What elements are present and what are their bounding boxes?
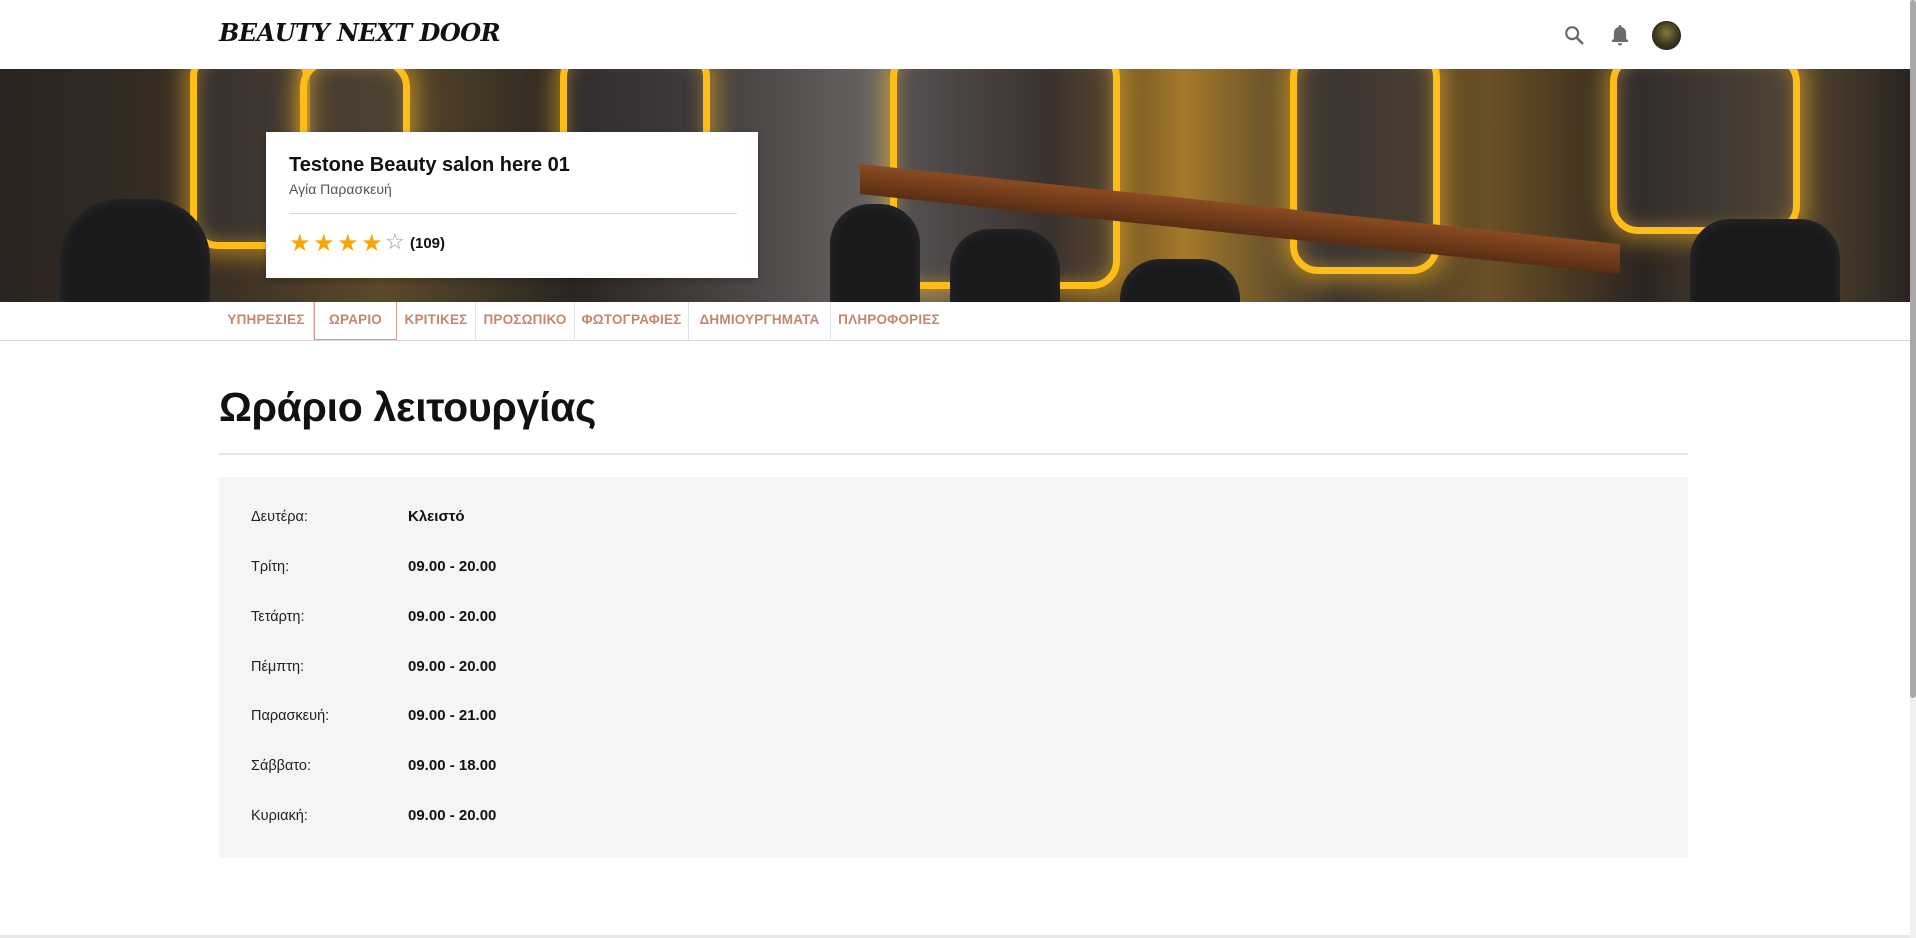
nav-icons bbox=[1559, 20, 1689, 52]
hero-chair bbox=[950, 229, 1060, 303]
day-label: Σάββατο: bbox=[251, 758, 312, 774]
salon-info-card: Testone Beauty salon here 01 Αγία Παρασκ… bbox=[266, 132, 758, 278]
tab-reviews[interactable]: ΚΡΙΤΙΚΕΣ bbox=[397, 302, 476, 341]
opening-hours-table: Δευτέρα: Κλειστό Τρίτη: 09.00 - 20.00 Τε… bbox=[219, 477, 1688, 858]
day-label: Δευτέρα: bbox=[251, 509, 308, 525]
title-divider bbox=[219, 453, 1688, 455]
review-count: (109) bbox=[410, 234, 446, 252]
day-label: Τετάρτη: bbox=[251, 609, 305, 625]
hours-value: Κλειστό bbox=[408, 508, 465, 525]
hours-value: 09.00 - 20.00 bbox=[408, 658, 497, 675]
day-label: Κυριακή: bbox=[251, 808, 308, 824]
tab-info[interactable]: ΠΛΗΡΟΦΟΡΙΕΣ bbox=[831, 302, 947, 341]
hero-chair bbox=[60, 199, 210, 303]
hours-row: Σάββατο: 09.00 - 18.00 bbox=[219, 757, 1688, 788]
hours-value: 09.00 - 20.00 bbox=[408, 608, 497, 625]
tab-bar: ΥΠΗΡΕΣΙΕΣ ΩΡΑΡΙΟ ΚΡΙΤΙΚΕΣ ΠΡΟΣΩΠΙΚΟ ΦΩΤΟ… bbox=[0, 302, 1910, 341]
star-filled-icon: ★ bbox=[337, 229, 359, 257]
rating[interactable]: ★ ★ ★ ★ ☆ (109) bbox=[289, 229, 446, 257]
day-label: Τρίτη: bbox=[251, 559, 290, 575]
salon-name: Testone Beauty salon here 01 bbox=[289, 154, 570, 176]
hero-chair bbox=[830, 204, 920, 303]
day-label: Πέμπτη: bbox=[251, 659, 305, 675]
hours-row: Τετάρτη: 09.00 - 20.00 bbox=[219, 608, 1688, 639]
day-label: Παρασκευή: bbox=[251, 708, 330, 724]
hero-chair bbox=[1690, 219, 1840, 303]
tab-staff[interactable]: ΠΡΟΣΩΠΙΚΟ bbox=[476, 302, 575, 341]
star-empty-icon: ☆ bbox=[385, 230, 405, 255]
top-navbar: BEAUTY NEXT DOOR bbox=[0, 0, 1916, 69]
tab-hours[interactable]: ΩΡΑΡΙΟ bbox=[314, 302, 397, 340]
star-filled-icon: ★ bbox=[289, 229, 311, 257]
search-icon[interactable] bbox=[1559, 20, 1589, 50]
page-scrollbar[interactable] bbox=[1910, 0, 1916, 938]
star-filled-icon: ★ bbox=[361, 229, 383, 257]
page-title: Ωράριο λειτουργίας bbox=[219, 384, 597, 430]
tab-photos[interactable]: ΦΩΤΟΓΡΑΦΙΕΣ bbox=[575, 302, 689, 341]
hero-mirror bbox=[1610, 69, 1800, 234]
bell-icon[interactable] bbox=[1605, 20, 1635, 50]
hours-value: 09.00 - 20.00 bbox=[408, 807, 497, 824]
logo[interactable]: BEAUTY NEXT DOOR bbox=[219, 18, 501, 47]
tab-services[interactable]: ΥΠΗΡΕΣΙΕΣ bbox=[219, 302, 314, 341]
hours-row: Παρασκευή: 09.00 - 21.00 bbox=[219, 707, 1688, 738]
hours-value: 09.00 - 21.00 bbox=[408, 707, 497, 724]
hours-row: Πέμπτη: 09.00 - 20.00 bbox=[219, 658, 1688, 689]
hours-row: Τρίτη: 09.00 - 20.00 bbox=[219, 558, 1688, 589]
scrollbar-thumb[interactable] bbox=[1910, 0, 1916, 698]
hours-row: Κυριακή: 09.00 - 20.00 bbox=[219, 807, 1688, 838]
hours-row: Δευτέρα: Κλειστό bbox=[219, 508, 1688, 539]
avatar[interactable] bbox=[1651, 20, 1681, 50]
hours-value: 09.00 - 18.00 bbox=[408, 757, 497, 774]
card-divider bbox=[289, 213, 737, 214]
star-filled-icon: ★ bbox=[313, 229, 335, 257]
hours-value: 09.00 - 20.00 bbox=[408, 558, 497, 575]
hero-chair bbox=[1120, 259, 1240, 303]
avatar-image bbox=[1651, 20, 1681, 50]
salon-location: Αγία Παρασκευή bbox=[289, 181, 392, 197]
tab-creations[interactable]: ΔΗΜΙΟΥΡΓΗΜΑΤΑ bbox=[689, 302, 831, 341]
